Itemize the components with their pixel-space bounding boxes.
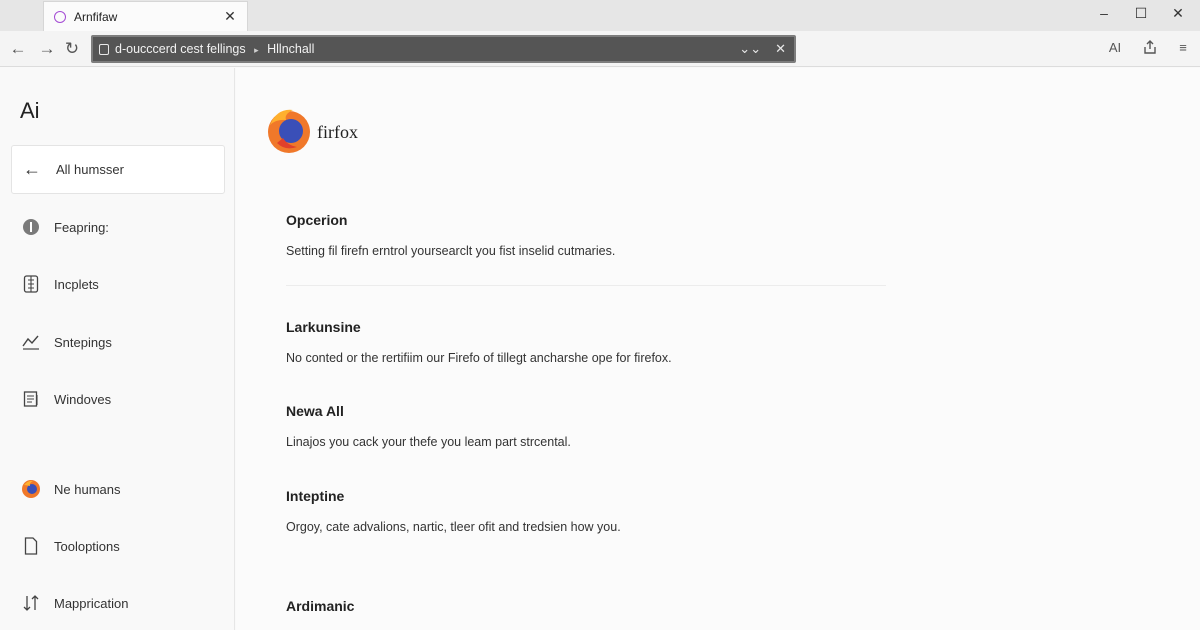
url-text: d-oucccerd cest fellings ▸ Hllnchall [115,42,315,56]
share-icon[interactable] [1139,40,1161,57]
sidebar-item-label: Feapring: [54,219,109,235]
section-title: Larkunsine [286,319,361,335]
forward-icon[interactable]: → [36,38,58,60]
sidebar-item-tooloptions[interactable]: Tooloptions [20,531,120,561]
lock-icon [99,43,109,55]
section-description: No conted or the rertifiim our Firefo of… [286,351,672,365]
title-bar: Arnfifaw ✕ – ☐ ✕ [0,0,1200,31]
sidebar-back-label: All humsser [56,162,124,177]
sidebar-item-incplets[interactable]: Incplets [20,269,99,299]
arrow-left-icon: ← [23,159,41,179]
notebook-icon [20,273,42,295]
section-description: Linajos you cack your thefe you leam par… [286,435,571,449]
section-title: Inteptine [286,488,345,504]
back-icon[interactable]: ← [7,38,29,60]
minimize-icon[interactable]: – [1094,4,1114,22]
sidebar-item-label: Ne humans [54,481,121,497]
sidebar-brand: Ai [20,98,40,123]
trend-line-icon [20,331,42,353]
sidebar-item-feapring[interactable]: Feapring: [20,212,109,242]
ai-button[interactable]: AI [1104,40,1126,55]
brand-name: firfox [317,122,358,142]
document-icon [20,535,42,557]
sidebar-item-label: Mapprication [54,595,129,611]
windows-icon [20,388,42,410]
maximize-icon[interactable]: ☐ [1131,4,1151,22]
main-content: firfox Opcerion Setting fil firefn erntr… [236,68,1200,630]
sidebar-item-label: Tooloptions [54,538,120,554]
close-window-icon[interactable]: ✕ [1168,4,1188,22]
clear-url-icon[interactable]: ✕ [775,41,786,57]
section-description: Orgoy, cate advalions, nartic, tleer ofi… [286,520,621,534]
url-bar[interactable]: d-oucccerd cest fellings ▸ Hllnchall ⌄⌄ … [91,35,796,63]
tab-close-icon[interactable]: ✕ [223,8,237,25]
menu-icon[interactable]: ≡ [1172,40,1194,55]
sidebar-item-sntepings[interactable]: Sntepings [20,327,112,357]
sidebar-item-ne-humans[interactable]: Ne humans [20,474,120,504]
sidebar-back-button[interactable]: ← All humsser [11,145,225,194]
tab-title: Arnfifaw [74,9,118,24]
firefox-icon [20,478,42,500]
brand-header: firfox [267,105,358,160]
browser-tab[interactable]: Arnfifaw ✕ [43,1,248,31]
sidebar: Ai ← All humsser Feapring: Incplets Snte… [0,68,235,630]
section-title: Ardimanic [286,598,355,614]
sidebar-item-label: Windoves [54,391,112,407]
sort-arrows-icon [20,592,42,614]
sidebar-item-label: Incplets [54,276,99,292]
section-description: Setting fil firefn erntrol yoursearclt y… [286,244,616,258]
reload-icon[interactable]: ↻ [61,38,83,60]
info-circle-icon [20,216,42,238]
nav-toolbar: ← → ↻ d-oucccerd cest fellings ▸ Hllncha… [0,31,1200,67]
shortcut-icon[interactable]: ⌄⌄ [739,41,761,57]
section-title: Newa All [286,403,344,419]
tab-favicon-icon [54,10,66,23]
sidebar-item-windoves[interactable]: Windoves [20,384,111,414]
sidebar-item-label: Sntepings [54,334,112,350]
firefox-logo-icon [267,105,313,160]
section-divider [286,285,886,286]
sidebar-item-mapprication[interactable]: Mapprication [20,588,128,618]
section-title: Opcerion [286,212,348,228]
